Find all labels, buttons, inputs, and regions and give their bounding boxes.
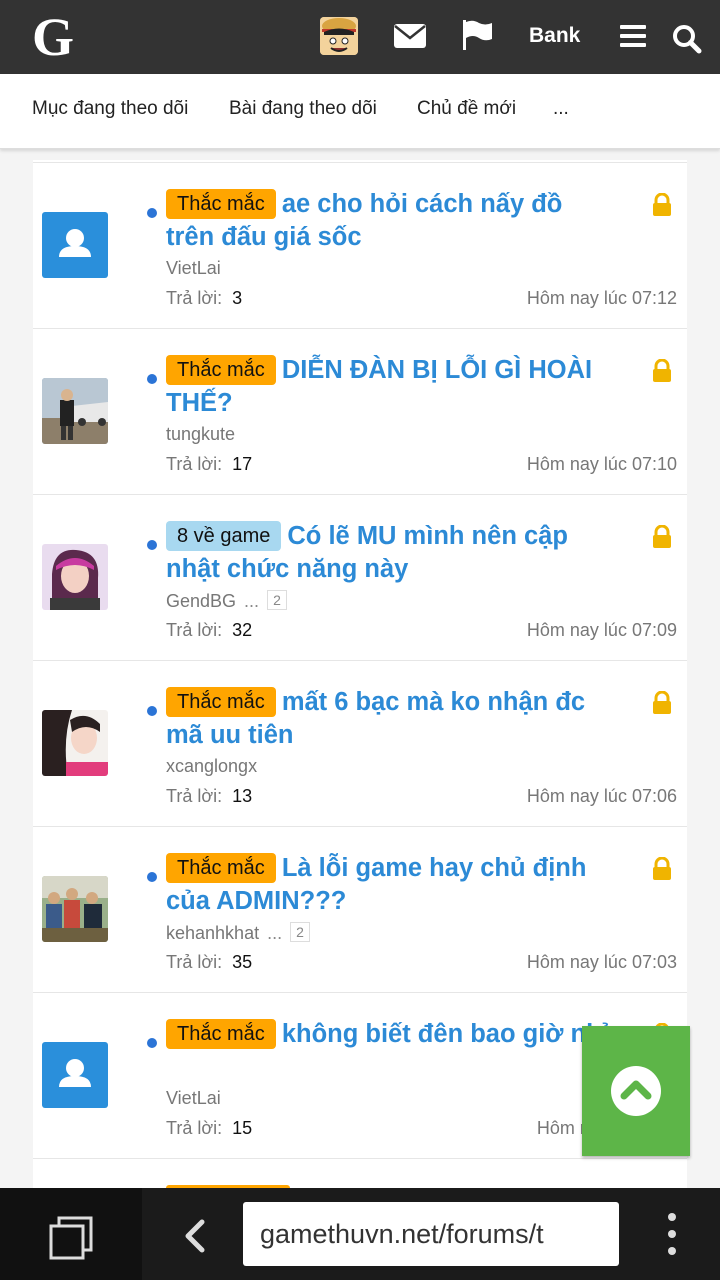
unread-dot — [147, 208, 157, 218]
page-link[interactable]: 2 — [290, 922, 310, 942]
tabs-button[interactable] — [0, 1188, 142, 1280]
thread-prefix[interactable]: Thắc mắc — [166, 1019, 276, 1049]
reply-count: Trả lời: 13 — [166, 786, 253, 806]
reply-count: Trả lời: 35 — [166, 952, 253, 972]
thread-item[interactable]: Thắc mắc Là lỗi game hay chủ định của ADM… — [33, 826, 687, 993]
user-avatar[interactable] — [42, 378, 108, 444]
thread-prefix[interactable]: Thắc mắc — [166, 687, 276, 717]
last-post-time[interactable]: Hôm nay lúc 07:09 — [527, 620, 677, 641]
user-avatar[interactable] — [42, 876, 108, 942]
thread-author[interactable]: xcanglongx — [166, 756, 257, 777]
search-icon[interactable] — [672, 24, 702, 54]
user-avatar[interactable] — [42, 1042, 108, 1108]
unread-dot — [147, 872, 157, 882]
page-link[interactable]: 2 — [267, 590, 287, 610]
thread-item[interactable]: 8 về game Có lẽ MU mình nên cập nhật chức… — [33, 494, 687, 661]
thread-title[interactable]: Thắc mắc DIỄN ĐÀN BỊ LỖI GÌ HOÀI THẾ? — [166, 354, 614, 420]
envelope-icon[interactable] — [394, 24, 426, 48]
back-icon[interactable] — [180, 1218, 208, 1254]
thread-author[interactable]: tungkute — [166, 424, 235, 445]
browser-toolbar: gamethuvn.net/forums/t — [0, 1188, 720, 1280]
top-navigation-bar: G Bank — [0, 0, 720, 74]
menu-icon[interactable] — [620, 25, 646, 47]
thread-title[interactable]: Thắc mắc mất 6 bạc mà ko nhận đc mã uu ti… — [166, 686, 614, 752]
thread-prefix[interactable]: 8 về game — [166, 521, 282, 551]
thread-author[interactable]: VietLai — [166, 258, 221, 279]
unread-dot — [147, 1038, 157, 1048]
profile-avatar[interactable] — [320, 17, 358, 55]
thread-prefix[interactable]: Thắc mắc — [166, 355, 276, 385]
thread-author[interactable]: kehanhkhat... 2 — [166, 922, 310, 944]
lock-icon — [653, 857, 671, 880]
overflow-menu-icon[interactable] — [666, 1212, 678, 1256]
unread-dot — [147, 706, 157, 716]
reply-count: Trả lời: 15 — [166, 1118, 253, 1138]
last-post-time[interactable]: Hôm nay lúc 07:10 — [527, 454, 677, 475]
thread-item[interactable]: Thắc mắc ae cho hỏi cách nấy đồ trên đấu … — [33, 162, 687, 329]
lock-icon — [653, 691, 671, 714]
thread-author[interactable]: VietLai — [166, 1088, 221, 1109]
thread-title[interactable]: Thắc mắc Là lỗi game hay chủ định của ADM… — [166, 852, 614, 918]
last-post-time[interactable]: Hôm nay lúc 07:03 — [527, 952, 677, 973]
thread-item[interactable]: Thắc mắc DIỄN ĐÀN BỊ LỖI GÌ HOÀI THẾ? tun… — [33, 328, 687, 495]
flag-icon[interactable] — [461, 20, 493, 50]
pages-ellipsis: ... — [267, 923, 283, 943]
thread-title[interactable]: Thắc mắc ae cho hỏi cách nấy đồ trên đấu … — [166, 188, 614, 254]
user-avatar[interactable] — [42, 212, 108, 278]
nav-watched-threads[interactable]: Mục đang theo dõi — [32, 98, 188, 120]
thread-author[interactable]: GendBG... 2 — [166, 590, 287, 612]
thread-title-text[interactable]: không biết đên bao giờ nhỉ — [282, 1020, 609, 1048]
nav-more[interactable]: ... — [553, 98, 569, 120]
reply-count: Trả lời: 17 — [166, 454, 253, 474]
nav-new-threads[interactable]: Chủ đề mới — [417, 98, 516, 120]
lock-icon — [653, 525, 671, 548]
unread-dot — [147, 540, 157, 550]
thread-item[interactable] — [33, 1158, 687, 1190]
user-avatar[interactable] — [42, 544, 108, 610]
nav-watched-posts[interactable]: Bài đang theo dõi — [229, 98, 377, 120]
site-logo[interactable]: G — [32, 6, 74, 68]
thread-prefix[interactable]: Thắc mắc — [166, 189, 276, 219]
chevron-up-icon — [611, 1066, 661, 1116]
tabs-icon — [49, 1216, 93, 1260]
scroll-to-top-button[interactable] — [582, 1026, 690, 1156]
unread-dot — [147, 374, 157, 384]
thread-title[interactable]: 8 về game Có lẽ MU mình nên cập nhật chức… — [166, 520, 614, 586]
thread-item[interactable]: Thắc mắc mất 6 bạc mà ko nhận đc mã uu ti… — [33, 660, 687, 827]
sub-navigation: Mục đang theo dõi Bài đang theo dõi Chủ … — [0, 74, 720, 149]
lock-icon — [653, 193, 671, 216]
lock-icon — [653, 359, 671, 382]
address-bar[interactable]: gamethuvn.net/forums/t — [243, 1202, 619, 1266]
last-post-time[interactable]: Hôm nay lúc 07:12 — [527, 288, 677, 309]
thread-title[interactable]: Thắc mắc không biết đên bao giờ nhỉ — [166, 1018, 614, 1051]
thread-prefix[interactable]: Thắc mắc — [166, 853, 276, 883]
user-avatar[interactable] — [42, 710, 108, 776]
reply-count: Trả lời: 32 — [166, 620, 253, 640]
reply-count: Trả lời: 3 — [166, 288, 243, 308]
bank-link[interactable]: Bank — [529, 24, 580, 48]
last-post-time[interactable]: Hôm nay lúc 07:06 — [527, 786, 677, 807]
pages-ellipsis: ... — [244, 591, 260, 611]
